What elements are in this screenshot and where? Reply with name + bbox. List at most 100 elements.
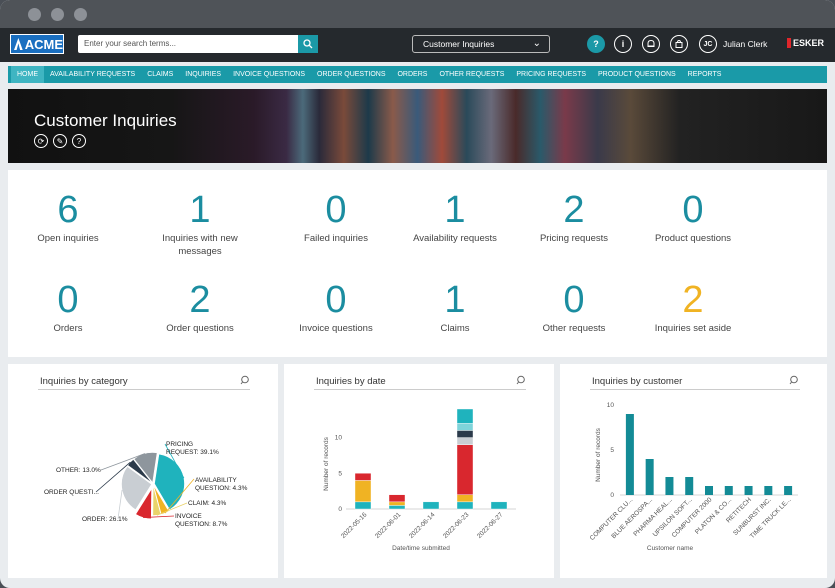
- nav-home[interactable]: HOME: [11, 66, 44, 83]
- help-circle-icon[interactable]: ?: [72, 134, 86, 148]
- x-axis-label: Customer name: [647, 545, 694, 552]
- stat-label: Inquiries with new messages: [162, 233, 238, 257]
- bar: [685, 477, 694, 495]
- category-pie-chart: PRICING REQUEST: 39.1%AVAILABILITY QUESTIO…: [44, 441, 248, 528]
- y-tick-label: 0: [610, 492, 614, 499]
- stat-new-messages[interactable]: 1 Inquiries with new messages: [130, 188, 270, 258]
- nav-order-questions[interactable]: ORDER QUESTIONS: [311, 66, 391, 83]
- stacked-bar-segment: [456, 501, 474, 510]
- search-input[interactable]: Enter your search terms...: [78, 35, 298, 53]
- pie-label-line: QUESTION: 8.7%: [175, 521, 228, 528]
- stat-label: Inquiries set aside: [654, 323, 732, 334]
- bar: [724, 486, 733, 495]
- x-tick-label: 2022-05-16: [340, 511, 369, 540]
- window-minimize-dot[interactable]: [51, 7, 64, 21]
- view-select[interactable]: Customer Inquiries ⌄: [412, 35, 550, 53]
- stacked-bar-segment: [456, 494, 474, 503]
- bar: [705, 486, 713, 495]
- pie-label: AVAILABILITY QUESTION: 4.3%: [195, 477, 248, 492]
- customer-panel: Inquiries by customer 0 5 10 Number of reco…: [560, 364, 827, 578]
- customer-bar-chart: 0510Number of recordsCOMPUTER CLU...BLUE…: [589, 402, 798, 552]
- nav-claims[interactable]: CLAIMS: [141, 66, 179, 83]
- bar: [625, 414, 634, 495]
- stat-inquiries-set-aside[interactable]: 2 Inquiries set aside: [623, 278, 763, 335]
- acme-logo[interactable]: ACME: [10, 34, 64, 54]
- stat-value: 2: [682, 279, 704, 321]
- stats-panel: 6 Open inquiries 1 Inquiries with new mess…: [8, 170, 827, 357]
- nav-other-requests[interactable]: OTHER REQUESTS: [433, 66, 510, 83]
- y-tick-label: 5: [338, 470, 342, 477]
- page-title: Customer Inquiries: [34, 111, 177, 130]
- user-avatar[interactable]: JC: [699, 35, 717, 53]
- stacked-bar-segment: [456, 430, 474, 438]
- bar: [665, 477, 674, 495]
- stacked-bar-segment: [354, 501, 372, 510]
- stacked-bar-segment: [422, 501, 440, 510]
- nav-inquiries[interactable]: INQUIRIES: [179, 66, 227, 83]
- stacked-bar-segment: [490, 501, 508, 510]
- stacked-bar-segment: [456, 437, 474, 445]
- pie-label-line: QUESTION: 4.3%: [195, 485, 248, 492]
- user-name[interactable]: Julian Clerk: [723, 39, 767, 49]
- refresh-icon[interactable]: ⟳: [34, 134, 48, 148]
- x-tick-label: 2022-06-01: [374, 511, 403, 540]
- nav-pricing-requests[interactable]: PRICING REQUESTS: [510, 66, 592, 83]
- stat-orders[interactable]: 0 Orders: [0, 278, 138, 335]
- pie-label: PRICING REQUEST: 39.1%: [166, 441, 219, 456]
- main-nav: HOME AVAILABILITY REQUESTS CLAIMS INQUIR…: [8, 66, 827, 83]
- chevron-down-icon: ⌄: [532, 38, 541, 49]
- pie-label-line: PRICING: [166, 441, 193, 448]
- top-bar: ACME Enter your search terms... Customer…: [0, 28, 835, 62]
- pie-label: ORDER QUESTI...: [44, 489, 99, 496]
- stacked-bar-segment: [388, 505, 406, 510]
- pie-label: CLAIM: 4.3%: [188, 500, 227, 507]
- pie-label-line: REQUEST: 39.1%: [166, 449, 219, 456]
- stat-label: Order questions: [166, 323, 234, 334]
- nav-invoice-questions[interactable]: INVOICE QUESTIONS: [227, 66, 311, 83]
- help-icon[interactable]: ?: [587, 35, 605, 53]
- nav-availability-requests[interactable]: AVAILABILITY REQUESTS: [44, 66, 141, 83]
- window-maximize-dot[interactable]: [74, 7, 87, 21]
- nav-product-questions[interactable]: PRODUCT QUESTIONS: [592, 66, 682, 83]
- bag-icon[interactable]: [670, 35, 688, 53]
- y-tick-label: 5: [610, 447, 614, 454]
- stat-value: 2: [189, 279, 211, 321]
- stat-label: Orders: [53, 323, 83, 334]
- bar: [645, 459, 654, 495]
- nav-orders[interactable]: ORDERS: [391, 66, 433, 83]
- stat-open-inquiries[interactable]: 6 Open inquiries: [0, 188, 138, 245]
- hero-actions: ⟳ ✎ ?: [34, 134, 86, 148]
- bar: [744, 486, 753, 495]
- esker-logo: ESKER: [787, 38, 824, 48]
- pie-label-line: INVOICE: [175, 513, 202, 520]
- window-close-dot[interactable]: [28, 7, 41, 21]
- stat-order-questions[interactable]: 2 Order questions: [130, 278, 270, 335]
- stat-product-questions[interactable]: 0 Product questions: [623, 188, 763, 245]
- edit-icon[interactable]: ✎: [53, 134, 67, 148]
- stacked-bar-segment: [388, 494, 406, 503]
- pie-label: OTHER: 13.0%: [56, 467, 101, 474]
- hero-banner: Customer Inquiries ⟳ ✎ ?: [8, 89, 827, 163]
- y-axis-label: Number of records: [595, 427, 602, 482]
- stat-value: 6: [57, 189, 79, 231]
- stacked-bar-segment: [354, 473, 372, 481]
- search-icon: [303, 39, 313, 49]
- y-tick-label: 10: [335, 435, 343, 442]
- search-button[interactable]: [298, 35, 318, 53]
- bar: [784, 486, 793, 495]
- pie-label-line: AVAILABILITY: [195, 477, 237, 484]
- info-icon[interactable]: i: [614, 35, 632, 53]
- logo-text: ACME: [24, 36, 63, 52]
- x-tick-label: 2022-06-27: [476, 511, 505, 540]
- nav-reports[interactable]: REPORTS: [682, 66, 728, 83]
- stacked-bar-segment: [388, 501, 406, 506]
- pie-label: ORDER: 26.1%: [82, 516, 128, 523]
- y-tick-label: 10: [607, 402, 615, 409]
- category-panel: Inquiries by category PRICING REQUEST: 39…: [8, 364, 278, 578]
- stat-label: Open inquiries: [37, 233, 99, 244]
- stat-value: 0: [682, 189, 704, 231]
- y-tick-label: 0: [338, 506, 342, 513]
- stacked-bar-segment: [456, 408, 474, 424]
- view-select-value: Customer Inquiries: [423, 39, 495, 49]
- bell-icon[interactable]: [642, 35, 660, 53]
